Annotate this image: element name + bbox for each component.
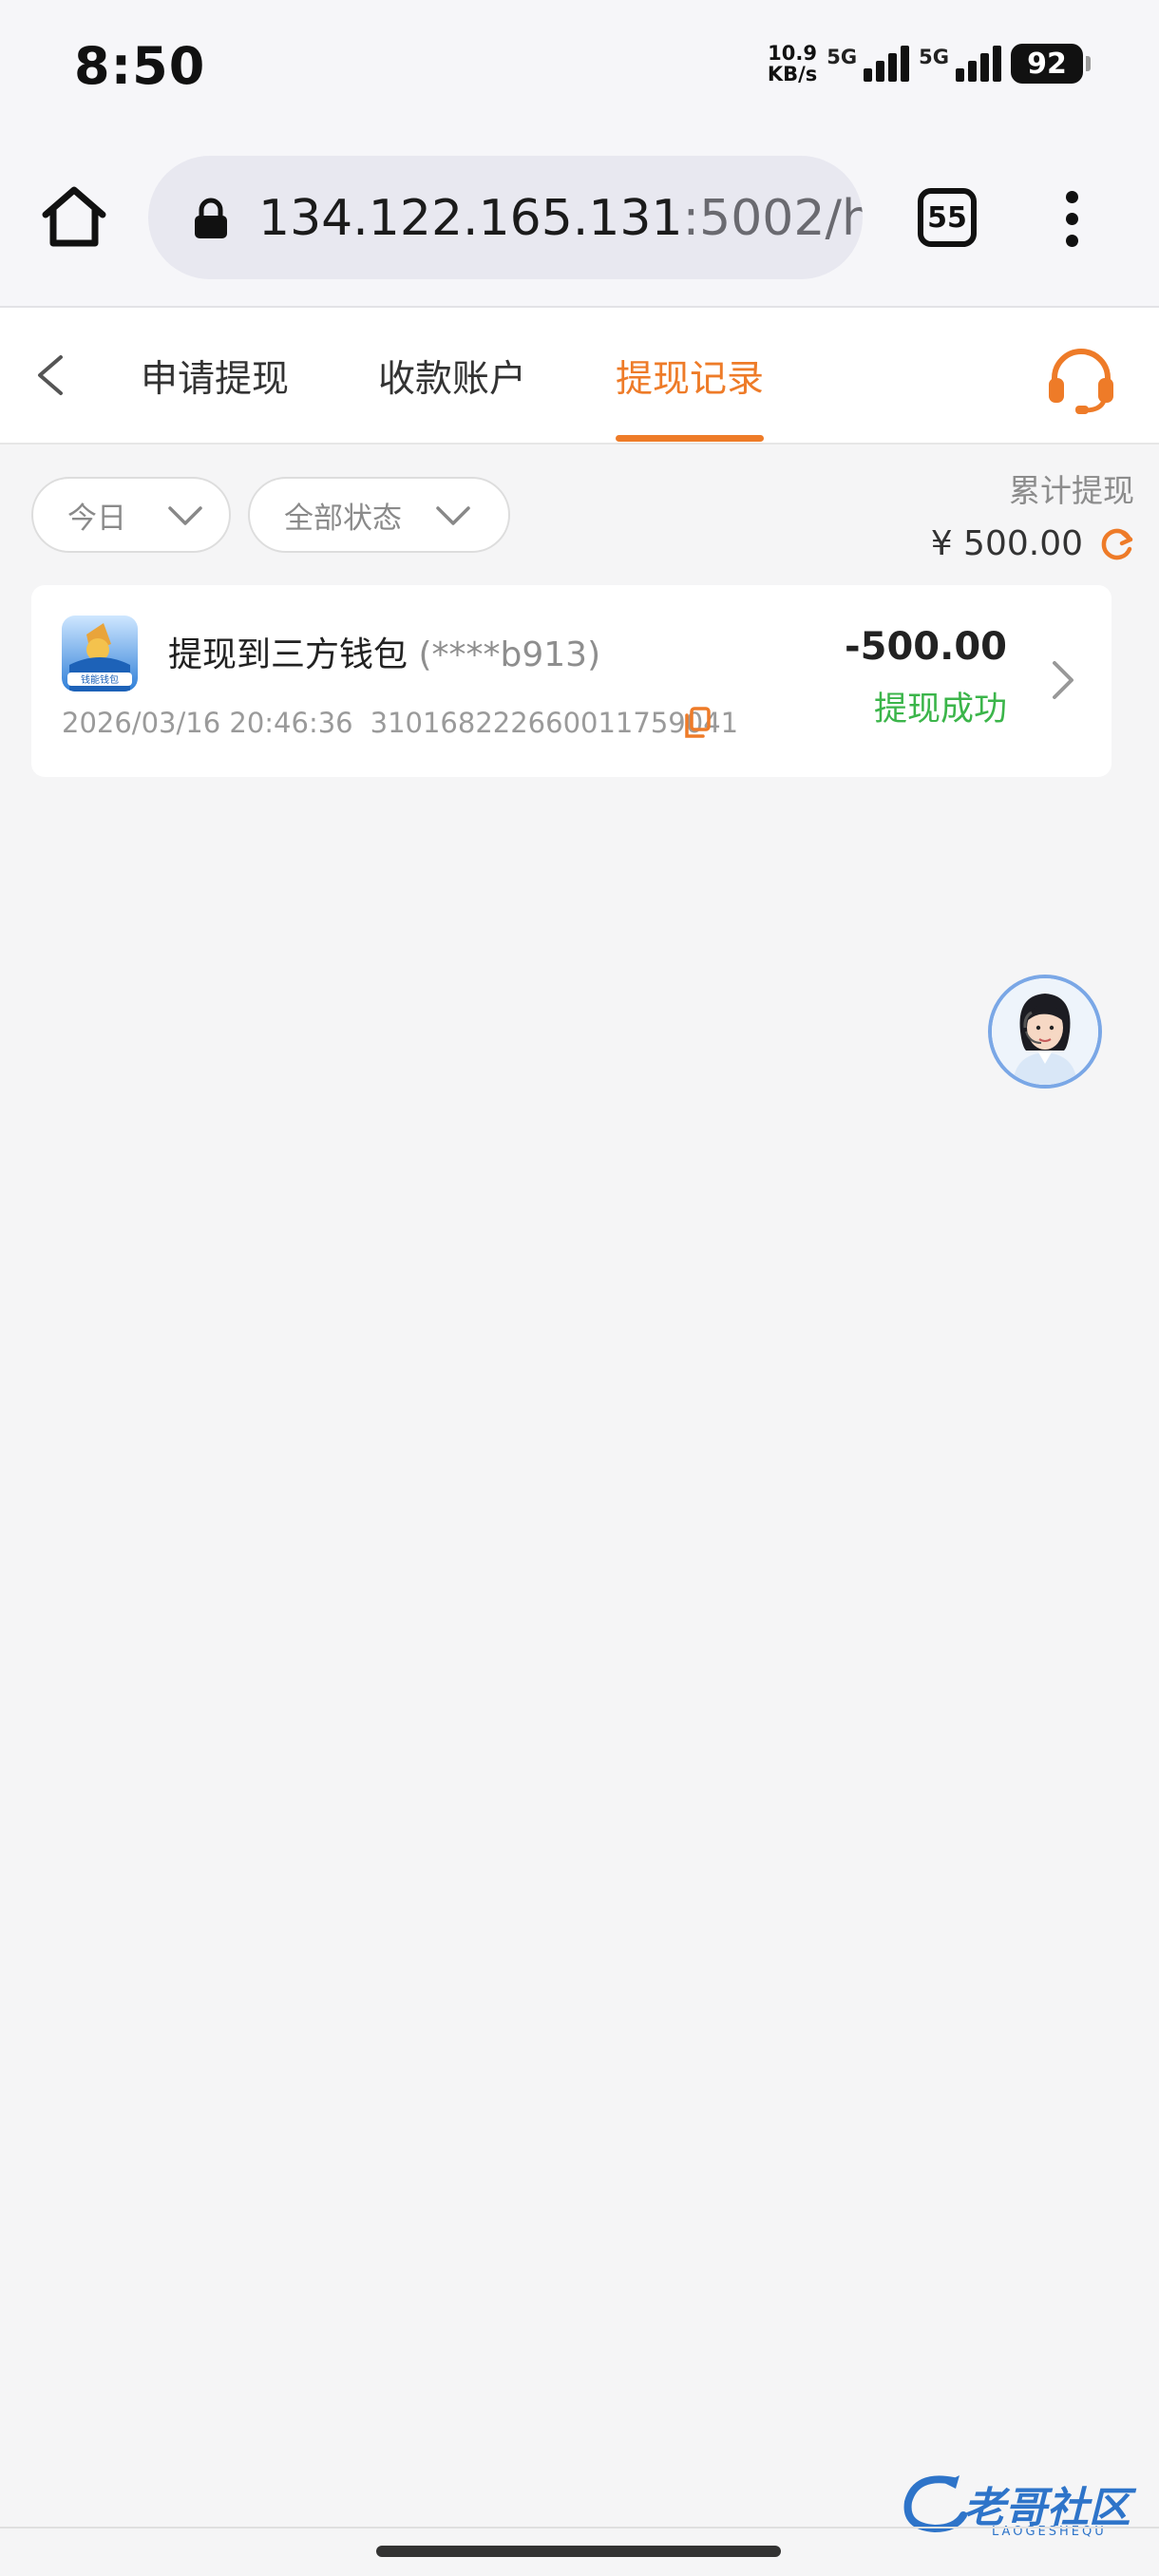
date-filter-dropdown[interactable]: 今日 — [31, 477, 231, 553]
total-withdrawn-label: 累计提现 — [1009, 472, 1134, 509]
address-bar[interactable]: 134.122.165.131:5002/hom — [148, 156, 863, 279]
withdrawal-record-card[interactable]: 钱能钱包 提现到三方钱包 (****b913) 2026/03/16 20:46… — [31, 585, 1112, 777]
gesture-home-indicator[interactable] — [376, 2546, 781, 2557]
record-meta: 2026/03/16 20:46:36 310168222660011759041 — [62, 707, 738, 739]
active-tab-indicator — [616, 435, 764, 442]
chevron-down-icon — [168, 506, 202, 525]
battery-icon: 92 — [1011, 44, 1091, 84]
record-status: 提现成功 — [873, 691, 1007, 729]
tab-withdrawal-records[interactable]: 提现记录 — [616, 350, 764, 403]
bottom-divider — [0, 2527, 1159, 2529]
chevron-right-icon — [1053, 661, 1074, 699]
watermark-logo: 老哥社区 LAOGESHEQU — [897, 2470, 1144, 2546]
record-title: 提现到三方钱包 (****b913) — [168, 635, 601, 674]
more-vert-icon[interactable] — [1054, 186, 1089, 253]
svg-text:钱能钱包: 钱能钱包 — [81, 673, 119, 686]
status-filter-dropdown[interactable]: 全部状态 — [248, 477, 510, 553]
signal-sim1-icon: 5G — [826, 46, 910, 82]
network-speed: 10.9 KB/s — [767, 42, 818, 85]
battery-level: 92 — [1027, 47, 1067, 81]
refresh-icon[interactable] — [1098, 525, 1136, 563]
record-account-mask: (****b913) — [418, 635, 601, 674]
agent-avatar-icon — [992, 978, 1098, 1085]
tab-switcher-button[interactable]: 55 — [918, 188, 977, 247]
total-withdrawn-amount: ¥ 500.00 — [930, 524, 1083, 563]
url-text: 134.122.165.131:5002/hom — [258, 190, 863, 247]
tab-payee-accounts[interactable]: 收款账户 — [378, 350, 526, 403]
headset-support-icon[interactable] — [1045, 346, 1117, 414]
page-tab-header: 申请提现 收款账户 提现记录 — [0, 308, 1159, 445]
back-arrow-icon[interactable] — [27, 350, 74, 401]
tab-apply-withdrawal[interactable]: 申请提现 — [141, 350, 289, 403]
status-bar: 8:50 10.9 KB/s 5G 5G 92 — [0, 0, 1159, 133]
record-amount: -500.00 — [845, 625, 1007, 669]
browser-toolbar: 134.122.165.131:5002/hom 55 — [0, 133, 1159, 308]
record-datetime: 2026/03/16 20:46:36 — [62, 707, 353, 739]
status-indicators: 10.9 KB/s 5G 5G 92 — [767, 40, 1091, 87]
copy-icon[interactable] — [683, 707, 712, 739]
signal-sim2-icon: 5G — [919, 46, 1001, 82]
home-icon[interactable] — [38, 180, 110, 253]
lock-icon — [195, 198, 227, 238]
wallet-logo-icon: 钱能钱包 — [62, 616, 138, 691]
total-withdrawn: ¥ 500.00 — [931, 524, 1136, 563]
customer-service-avatar[interactable] — [988, 975, 1102, 1089]
chevron-down-icon — [436, 506, 470, 525]
status-time: 8:50 — [74, 36, 206, 96]
